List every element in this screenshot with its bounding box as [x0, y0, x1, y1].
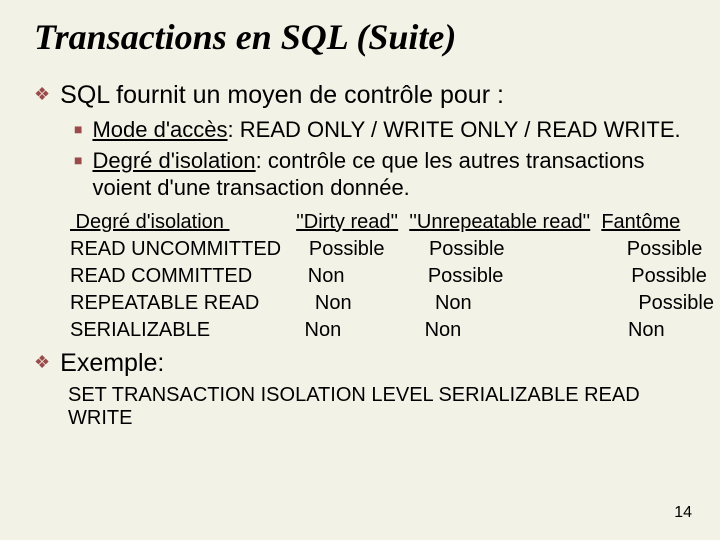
col-header-dirty: ''Dirty read'' [296, 211, 398, 233]
square-bullet-icon: ■ [74, 147, 82, 173]
square-bullet-icon: ■ [74, 116, 82, 142]
col-header-phantom: Fantôme [601, 211, 680, 233]
col-header-unrepeatable: ''Unrepeatable read'' [409, 211, 590, 233]
subbullet-text: Degré d'isolation: contrôle ce que les a… [92, 147, 692, 201]
subbullet-access-mode: ■ Mode d'accès: READ ONLY / WRITE ONLY /… [74, 116, 692, 143]
example-code: SET TRANSACTION ISOLATION LEVEL SERIALIZ… [68, 384, 692, 430]
isolation-table: Degré d'isolation ''Dirty read'' ''Unrep… [70, 209, 692, 344]
col-header-level: Degré d'isolation [70, 211, 229, 233]
bullet-example: ❖ Exemple: [34, 348, 692, 378]
table-row: SERIALIZABLE Non Non Non [70, 319, 665, 341]
label-rest: : READ ONLY / WRITE ONLY / READ WRITE. [228, 117, 681, 142]
diamond-bullet-icon: ❖ [34, 80, 50, 108]
bullet-text: Exemple: [60, 348, 164, 378]
subbullet-isolation-level: ■ Degré d'isolation: contrôle ce que les… [74, 147, 692, 201]
slide: Transactions en SQL (Suite) ❖ SQL fourni… [0, 0, 720, 540]
table-row: REPEATABLE READ Non Non Possible [70, 292, 714, 314]
label-underlined: Degré d'isolation [92, 148, 255, 173]
page-number: 14 [674, 504, 692, 522]
bullet-sql-control: ❖ SQL fournit un moyen de contrôle pour … [34, 80, 692, 110]
label-underlined: Mode d'accès [92, 117, 227, 142]
table-row: READ COMMITTED Non Possible Possible [70, 265, 707, 287]
diamond-bullet-icon: ❖ [34, 348, 50, 376]
subbullet-text: Mode d'accès: READ ONLY / WRITE ONLY / R… [92, 116, 680, 143]
bullet-text: SQL fournit un moyen de contrôle pour : [60, 80, 504, 110]
table-row: READ UNCOMMITTED Possible Possible Possi… [70, 238, 702, 260]
slide-title: Transactions en SQL (Suite) [34, 18, 692, 58]
